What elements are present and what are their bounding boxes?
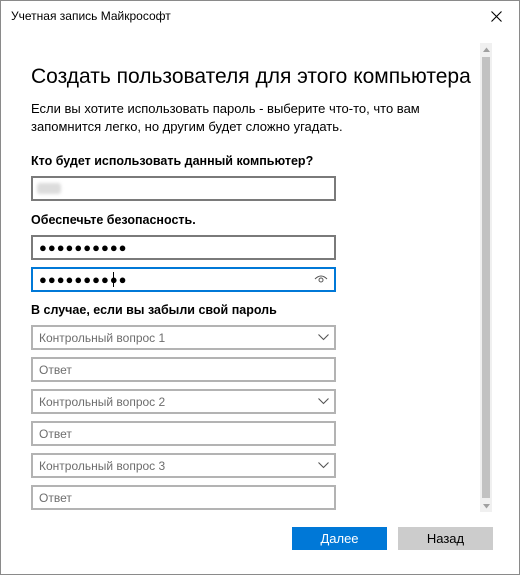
description-text: Если вы хотите использовать пароль - выб…: [31, 101, 420, 134]
security-question-3-placeholder: Контрольный вопрос 3: [39, 459, 166, 473]
text-caret: [113, 272, 114, 287]
chevron-down-icon: [318, 334, 329, 341]
answer-3-placeholder: Ответ: [39, 491, 72, 505]
window-title: Учетная запись Майкрософт: [11, 9, 171, 23]
answer-1-placeholder: Ответ: [39, 363, 72, 377]
user-section-label: Кто будет использовать данный компьютер?: [31, 154, 314, 168]
chevron-down-icon: [318, 398, 329, 405]
back-button[interactable]: Назад: [398, 527, 493, 550]
password-value: ●●●●●●●●●●: [39, 240, 128, 255]
security-question-1-select[interactable]: Контрольный вопрос 1: [31, 325, 336, 350]
scroll-up-button[interactable]: [480, 43, 492, 55]
answer-2-placeholder: Ответ: [39, 427, 72, 441]
title-bar: Учетная запись Майкрософт: [1, 1, 519, 31]
recovery-section-label: В случае, если вы забыли свой пароль: [31, 303, 277, 317]
confirm-password-value: ●●●●●●●●●●: [39, 272, 128, 287]
chevron-up-icon: [482, 47, 490, 52]
answer-2-input[interactable]: Ответ: [31, 421, 336, 446]
password-input[interactable]: ●●●●●●●●●●: [31, 235, 336, 260]
chevron-down-icon: [318, 462, 329, 469]
chevron-down-icon: [482, 503, 490, 508]
security-question-3-select[interactable]: Контрольный вопрос 3: [31, 453, 336, 478]
scrollbar-thumb[interactable]: [482, 57, 490, 498]
scroll-down-button[interactable]: [480, 500, 492, 512]
security-question-1-placeholder: Контрольный вопрос 1: [39, 331, 166, 345]
eye-icon[interactable]: [314, 274, 328, 284]
dialog-window: Учетная запись Майкрософт Создать пользо…: [0, 0, 520, 575]
answer-1-input[interactable]: Ответ: [31, 357, 336, 382]
username-input[interactable]: [31, 176, 336, 201]
close-icon: [490, 10, 502, 22]
security-question-2-placeholder: Контрольный вопрос 2: [39, 395, 166, 409]
security-question-2-select[interactable]: Контрольный вопрос 2: [31, 389, 336, 414]
close-button[interactable]: [473, 1, 519, 31]
vertical-scrollbar[interactable]: [480, 43, 492, 512]
confirm-password-input[interactable]: ●●●●●●●●●●: [31, 267, 336, 292]
blurred-username: [37, 183, 61, 194]
page-title: Создать пользователя для этого компьютер…: [31, 65, 471, 88]
answer-3-input[interactable]: Ответ: [31, 485, 336, 510]
next-button[interactable]: Далее: [292, 527, 387, 550]
security-section-label: Обеспечьте безопасность.: [31, 213, 196, 227]
